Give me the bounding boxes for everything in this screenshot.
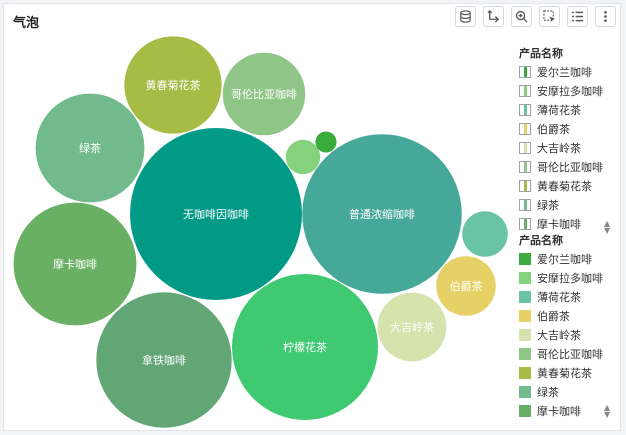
more-icon — [604, 11, 607, 22]
legend-top-swatch-7 — [519, 198, 531, 211]
legend-top-label-5: 哥伦比亚咖啡 — [537, 160, 603, 174]
legend-top: 产品名称 爱尔兰咖啡安摩拉多咖啡 薄荷花茶伯爵茶大吉岭茶哥伦比亚咖啡 黄春菊花茶绿茶… — [519, 46, 617, 233]
bubble-label-4: 摩卡咖啡 — [53, 257, 97, 271]
legend-bottom-label-4: 大吉岭茶 — [537, 328, 581, 342]
legend-bottom-label-2: 薄荷花茶 — [537, 290, 581, 304]
legend-top-item-7[interactable]: 绿茶 — [519, 195, 617, 214]
legend-top-label-7: 绿茶 — [537, 198, 559, 212]
bubble-label-8: 大吉岭茶 — [390, 320, 434, 334]
legend-bottom-swatch-1 — [519, 271, 531, 284]
legend-top-label-6: 黄春菊花茶 — [537, 179, 592, 193]
legend-bottom-swatch-6 — [519, 366, 531, 379]
legend-bottom-swatch-3 — [519, 309, 531, 322]
legend-bottom-label-8: 摩卡咖啡 — [537, 404, 581, 418]
legend-bottom-item-4[interactable]: 大吉岭茶 — [519, 325, 617, 344]
legend-scroll-top[interactable]: ▲ ▼ — [604, 220, 610, 235]
select-button[interactable] — [539, 6, 560, 27]
legend-top-label-2: 薄荷花茶 — [537, 103, 581, 117]
legend-top-label-3: 伯爵茶 — [537, 122, 570, 136]
legend-bottom-label-7: 绿茶 — [537, 385, 559, 399]
legend-top-label-1: 安摩拉多咖啡 — [537, 84, 603, 98]
select-icon — [543, 10, 556, 23]
list-icon — [571, 11, 584, 22]
legend-top-item-6[interactable]: 黄春菊花茶 — [519, 176, 617, 195]
legend-bottom-swatch-8 — [519, 404, 531, 417]
legend-top-item-3[interactable]: 伯爵茶 — [519, 119, 617, 138]
legend-top-swatch-3 — [519, 122, 531, 135]
legend-top-item-8[interactable]: 摩卡咖啡 — [519, 214, 617, 233]
legend-bottom-item-2[interactable]: 薄荷花茶 — [519, 287, 617, 306]
zoom-in-icon — [515, 10, 528, 23]
legend-bottom-item-7[interactable]: 绿茶 — [519, 382, 617, 401]
zoom-in-button[interactable] — [511, 6, 532, 27]
legend-top-item-4[interactable]: 大吉岭茶 — [519, 138, 617, 157]
legend-top-swatch-6 — [519, 179, 531, 192]
legend-scroll-bottom[interactable]: ▲ ▼ — [604, 404, 610, 419]
legend-top-label-0: 爱尔兰咖啡 — [537, 65, 592, 79]
bubble-label-3: 拿铁咖啡 — [142, 353, 186, 367]
legend-top-item-2[interactable]: 薄荷花茶 — [519, 100, 617, 119]
more-button[interactable] — [595, 6, 616, 27]
legend-bottom-label-5: 哥伦比亚咖啡 — [537, 347, 603, 361]
legend-top-label-8: 摩卡咖啡 — [537, 217, 581, 231]
legend-bottom-swatch-0 — [519, 252, 531, 265]
bubble-11[interactable] — [285, 139, 321, 175]
bubble-label-1: 普通浓缩咖啡 — [349, 207, 415, 221]
legend-title-2: 产品名称 — [519, 234, 563, 247]
bubble-10[interactable] — [462, 211, 508, 257]
legend-top-swatch-4 — [519, 141, 531, 154]
legend-top-item-1[interactable]: 安摩拉多咖啡 — [519, 81, 617, 100]
legend-top-item-5[interactable]: 哥伦比亚咖啡 — [519, 157, 617, 176]
legend-bottom-label-1: 安摩拉多咖啡 — [537, 271, 603, 285]
legend-bottom-item-1[interactable]: 安摩拉多咖啡 — [519, 268, 617, 287]
list-button[interactable] — [567, 6, 588, 27]
legend-top-item-0[interactable]: 爱尔兰咖啡 — [519, 62, 617, 81]
legend-top-label-4: 大吉岭茶 — [537, 141, 581, 155]
legend-bottom-swatch-2 — [519, 290, 531, 303]
legend-bottom-swatch-4 — [519, 328, 531, 341]
legend-bottom-label-0: 爱尔兰咖啡 — [537, 252, 592, 266]
legend-bottom-label-3: 伯爵茶 — [537, 309, 570, 323]
bubble-label-5: 绿茶 — [79, 141, 101, 155]
legend-top-swatch-5 — [519, 160, 531, 173]
legend-top-swatch-0 — [519, 65, 531, 78]
legend-top-swatch-2 — [519, 103, 531, 116]
legend-bottom-item-0[interactable]: 爱尔兰咖啡 — [519, 249, 617, 268]
bubble-12[interactable] — [315, 131, 337, 153]
legend-bottom-label-6: 黄春菊花茶 — [537, 366, 592, 380]
bubble-label-9: 伯爵茶 — [450, 279, 483, 293]
bubble-label-6: 黄春菊花茶 — [146, 78, 201, 92]
legend-bottom-swatch-5 — [519, 347, 531, 360]
legend-title: 产品名称 — [519, 47, 563, 60]
legend-top-swatch-1 — [519, 84, 531, 97]
legend-bottom-item-5[interactable]: 哥伦比亚咖啡 — [519, 344, 617, 363]
legend-bottom: 产品名称 爱尔兰咖啡安摩拉多咖啡 薄荷花茶伯爵茶大吉岭茶哥伦比亚咖啡 黄春菊花茶绿茶… — [519, 233, 617, 420]
bubble-label-2: 柠檬花茶 — [283, 340, 327, 354]
legend-bottom-item-6[interactable]: 黄春菊花茶 — [519, 363, 617, 382]
legend-bottom-item-8[interactable]: 摩卡咖啡 — [519, 401, 617, 420]
bubble-label-7: 哥伦比亚咖啡 — [231, 87, 297, 101]
legend-top-swatch-8 — [519, 217, 531, 230]
bubble-label-0: 无咖啡因咖啡 — [183, 207, 249, 221]
legend-bottom-item-3[interactable]: 伯爵茶 — [519, 306, 617, 325]
legend-bottom-swatch-7 — [519, 385, 531, 398]
bubble-chart: 无咖啡因咖啡 普通浓缩咖啡柠檬花茶拿铁咖啡 摩卡咖啡 绿茶 黄春菊花茶哥伦比亚咖啡大吉岭… — [13, 36, 508, 428]
